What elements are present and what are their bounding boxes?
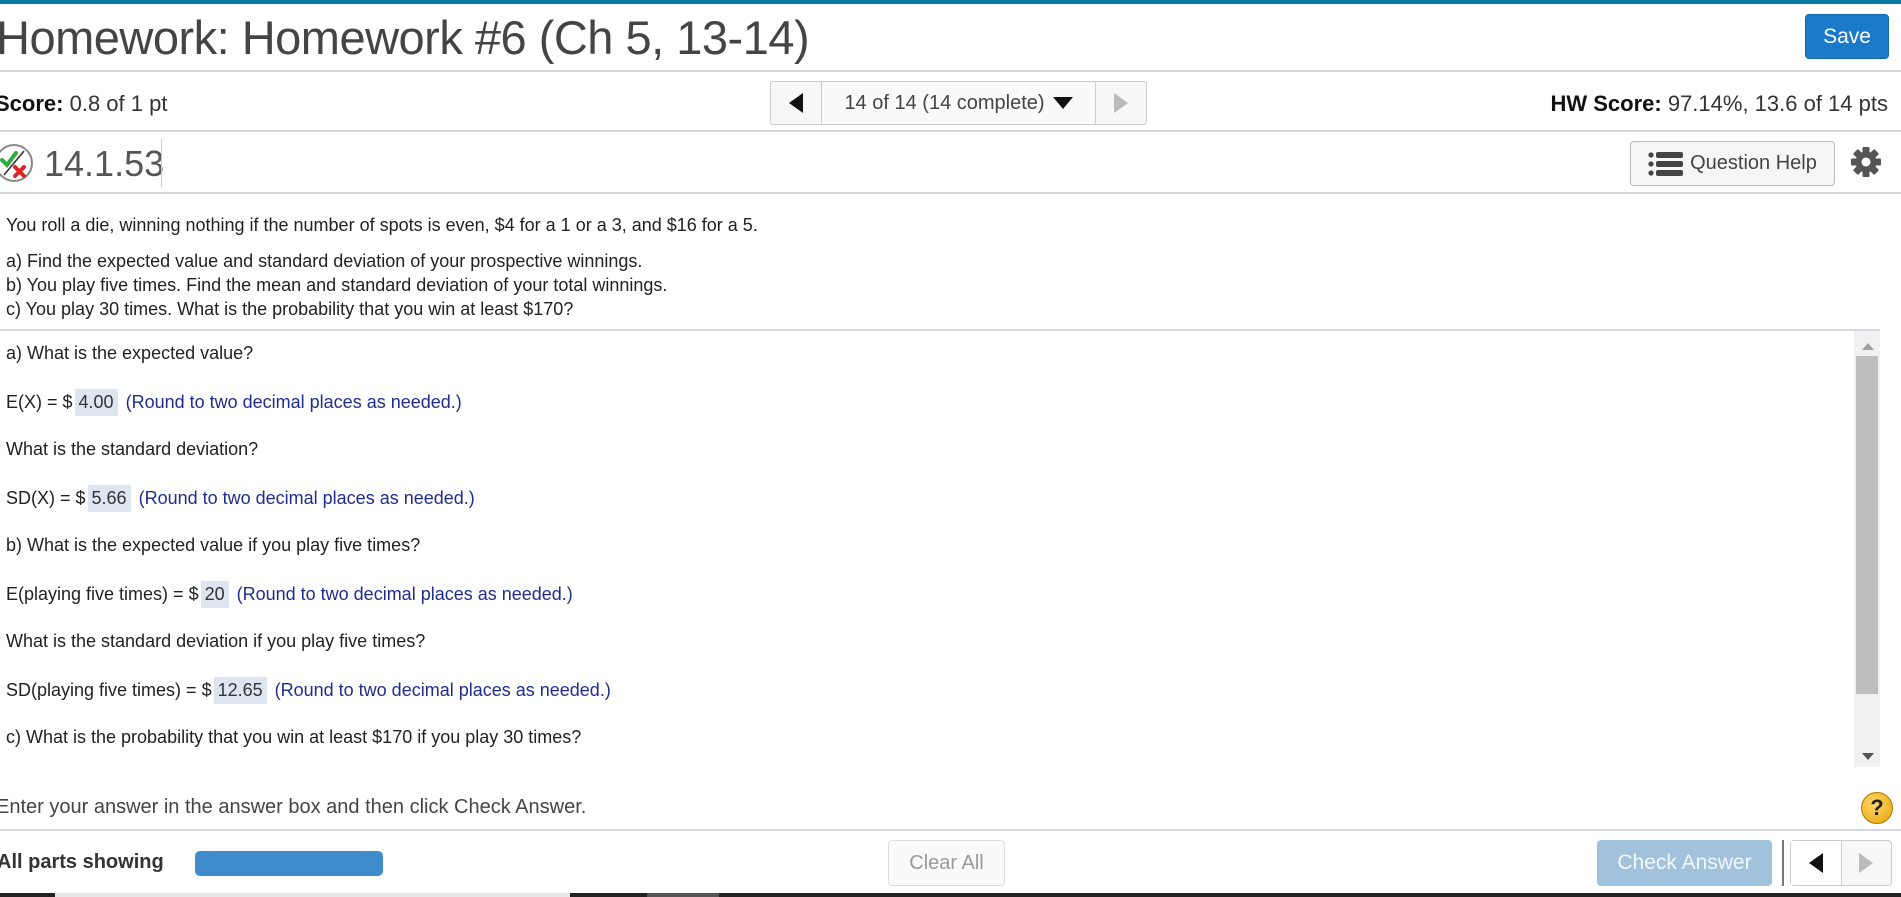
question-position: 14 of 14 (14 complete) bbox=[844, 91, 1045, 114]
scrollbar-thumb[interactable] bbox=[1856, 356, 1878, 694]
taskbar-segment bbox=[55, 893, 570, 897]
header: Homework: Homework #6 (Ch 5, 13-14) Save bbox=[0, 4, 1901, 72]
parts-showing-label: All parts showing bbox=[0, 851, 164, 873]
list-icon bbox=[1648, 151, 1684, 176]
answer-line-e5: E(playing five times) = $ 20 (Round to t… bbox=[6, 581, 573, 608]
scroll-up-icon[interactable] bbox=[1862, 343, 1874, 350]
e5-prefix: E(playing five times) = $ bbox=[6, 584, 199, 604]
footer-next-button[interactable] bbox=[1842, 841, 1892, 885]
problem-part-b: b) You play five times. Find the mean an… bbox=[6, 275, 668, 295]
question-help-button[interactable]: Question Help bbox=[1630, 141, 1835, 186]
question-navigator: 14 of 14 (14 complete) bbox=[770, 81, 1147, 125]
answer-line-ex: E(X) = $ 4.00 (Round to two decimal plac… bbox=[6, 389, 462, 416]
answer-line-sdx: SD(X) = $ 5.66 (Round to two decimal pla… bbox=[6, 485, 475, 512]
question-score: Score: 0.8 of 1 pt bbox=[0, 91, 167, 117]
question-header: 14.1.53 Question Help bbox=[0, 133, 1901, 194]
rounding-hint: (Round to two decimal places as needed.) bbox=[138, 488, 475, 508]
scroll-down-icon[interactable] bbox=[1862, 753, 1874, 760]
next-question-button[interactable] bbox=[1095, 82, 1146, 124]
sd5-answer-box[interactable]: 12.65 bbox=[213, 677, 267, 704]
hw-score-value: 97.14%, 13.6 of 14 pts bbox=[1667, 91, 1888, 116]
question-c: c) What is the probability that you win … bbox=[6, 727, 582, 747]
footer: All parts showing Clear All Check Answer bbox=[0, 832, 1901, 890]
answer-line-sd5: SD(playing five times) = $ 12.65 (Round … bbox=[6, 677, 611, 704]
e5-answer-box[interactable]: 20 bbox=[200, 581, 229, 608]
ex-answer-box[interactable]: 4.00 bbox=[74, 389, 118, 416]
question-number: 14.1.53 bbox=[44, 143, 165, 184]
rounding-hint: (Round to two decimal places as needed.) bbox=[236, 584, 573, 604]
question-help-label: Question Help bbox=[1690, 152, 1817, 174]
question-a2: What is the standard deviation? bbox=[6, 439, 259, 459]
answer-scrollbar[interactable] bbox=[1854, 331, 1880, 767]
instruction-row: Enter your answer in the answer box and … bbox=[0, 786, 1901, 831]
problem-part-a: a) Find the expected value and standard … bbox=[6, 251, 643, 271]
rounding-hint: (Round to two decimal places as needed.) bbox=[274, 680, 611, 700]
taskbar-strip bbox=[0, 893, 1901, 897]
caret-down-icon bbox=[1052, 97, 1073, 109]
ex-prefix: E(X) = $ bbox=[6, 392, 73, 412]
problem-part-c: c) You play 30 times. What is the probab… bbox=[6, 299, 574, 319]
triangle-left-icon bbox=[789, 93, 803, 113]
rounding-hint: (Round to two decimal places as needed.) bbox=[125, 392, 462, 412]
instruction-text: Enter your answer in the answer box and … bbox=[0, 796, 587, 818]
sd5-prefix: SD(playing five times) = $ bbox=[6, 680, 212, 700]
question-b1: b) What is the expected value if you pla… bbox=[6, 535, 421, 555]
question-a1: a) What is the expected value? bbox=[6, 343, 254, 363]
triangle-left-icon bbox=[1808, 853, 1823, 873]
taskbar-segment bbox=[647, 893, 719, 897]
sdx-answer-box[interactable]: 5.66 bbox=[87, 485, 131, 512]
footer-question-navigator bbox=[1790, 840, 1892, 886]
question-select-dropdown[interactable]: 14 of 14 (14 complete) bbox=[822, 82, 1095, 124]
divider bbox=[161, 139, 162, 187]
triangle-right-icon bbox=[1859, 853, 1874, 873]
gear-icon[interactable] bbox=[1850, 146, 1882, 178]
triangle-right-icon bbox=[1114, 93, 1128, 113]
problem-lead: You roll a die, winning nothing if the n… bbox=[6, 215, 758, 235]
score-value: 0.8 of 1 pt bbox=[69, 91, 168, 116]
score-row: Score: 0.8 of 1 pt 14 of 14 (14 complete… bbox=[0, 73, 1901, 132]
page-title: Homework: Homework #6 (Ch 5, 13-14) bbox=[0, 11, 810, 64]
answer-panel: a) What is the expected value? E(X) = $ … bbox=[0, 329, 1880, 767]
sdx-prefix: SD(X) = $ bbox=[6, 488, 86, 508]
help-question-icon[interactable]: ? bbox=[1861, 792, 1893, 824]
footer-previous-button[interactable] bbox=[1791, 841, 1842, 885]
hw-score-label: HW Score: bbox=[1550, 91, 1662, 116]
problem-statement: You roll a die, winning nothing if the n… bbox=[6, 213, 758, 321]
check-answer-button[interactable]: Check Answer bbox=[1597, 840, 1772, 886]
previous-question-button[interactable] bbox=[771, 82, 822, 124]
save-button[interactable]: Save bbox=[1805, 14, 1889, 59]
hw-score: HW Score: 97.14%, 13.6 of 14 pts bbox=[1550, 91, 1888, 117]
score-label: Score: bbox=[0, 91, 64, 116]
partially-correct-icon bbox=[0, 144, 33, 182]
parts-progress-bar bbox=[195, 851, 383, 876]
clear-all-button[interactable]: Clear All bbox=[888, 840, 1005, 886]
divider bbox=[1782, 840, 1784, 886]
question-b2: What is the standard deviation if you pl… bbox=[6, 631, 426, 651]
